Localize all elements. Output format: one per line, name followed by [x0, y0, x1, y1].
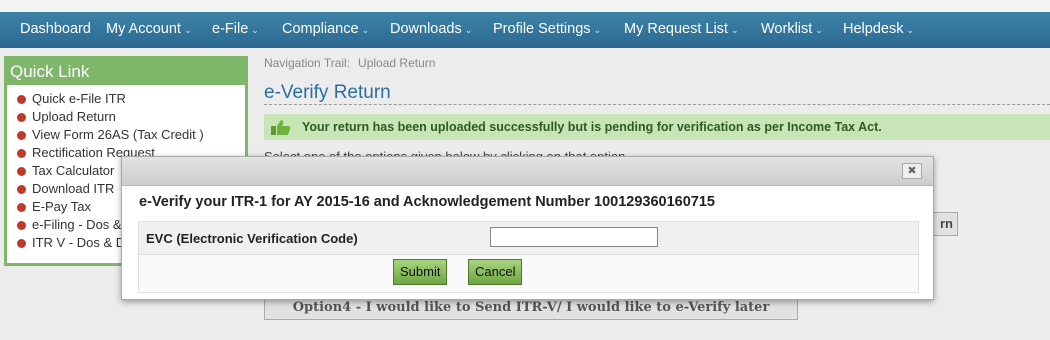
dialog-title: e-Verify your ITR-1 for AY 2015-16 and A… — [139, 194, 715, 210]
nav-my-request-list[interactable]: My Request List ⌄ — [624, 21, 739, 37]
evc-label: EVC (Electronic Verification Code) — [146, 231, 358, 246]
nav-label: Downloads — [390, 21, 462, 37]
close-icon[interactable]: ✖ — [902, 163, 922, 179]
nav-label: Dashboard — [20, 21, 91, 37]
e-verify-dialog: ✖ e-Verify your ITR-1 for AY 2015-16 and… — [121, 156, 934, 300]
breadcrumb-current[interactable]: Upload Return — [358, 56, 435, 70]
quick-link-item[interactable]: Download ITR — [17, 181, 114, 196]
thumbs-up-icon — [271, 120, 291, 135]
nav-downloads[interactable]: Downloads ⌄ — [390, 21, 472, 37]
submit-button[interactable]: Submit — [393, 259, 448, 285]
bullet-icon — [17, 131, 26, 140]
bullet-icon — [17, 203, 26, 212]
evc-form: EVC (Electronic Verification Code) Submi… — [138, 221, 919, 293]
title-divider — [264, 104, 1050, 105]
quick-link-item[interactable]: Tax Calculator — [17, 163, 114, 178]
quick-link-label: View Form 26AS (Tax Credit ) — [32, 127, 204, 142]
top-strip — [0, 0, 1050, 12]
chevron-down-icon: ⌄ — [593, 25, 602, 35]
quick-link-label: Quick e-File ITR — [32, 91, 126, 106]
nav-label: e-File — [212, 21, 249, 37]
bullet-icon — [17, 221, 26, 230]
quick-link-label: Tax Calculator — [32, 163, 115, 178]
nav-my-account[interactable]: My Account ⌄ — [106, 21, 192, 37]
success-message: Your return has been uploaded successful… — [302, 120, 882, 134]
bullet-icon — [17, 95, 26, 104]
nav-label: My Account — [106, 21, 181, 37]
quick-link-item[interactable]: View Form 26AS (Tax Credit ) — [17, 127, 204, 142]
nav-profile-settings[interactable]: Profile Settings ⌄ — [493, 21, 601, 37]
nav-label: Helpdesk — [843, 21, 904, 37]
success-banner: Your return has been uploaded successful… — [264, 114, 1050, 140]
nav-label: My Request List — [624, 21, 728, 37]
quick-link-item[interactable]: E-Pay Tax — [17, 199, 91, 214]
chevron-down-icon: ⌄ — [183, 25, 192, 35]
chevron-down-icon: ⌄ — [251, 25, 259, 35]
cancel-button[interactable]: Cancel — [468, 259, 523, 285]
nav-label: Worklist — [761, 21, 813, 37]
nav-compliance[interactable]: Compliance ⌄ — [282, 21, 369, 37]
bullet-icon — [17, 239, 26, 248]
nav-worklist[interactable]: Worklist ⌄ — [761, 21, 823, 37]
bullet-icon — [17, 185, 26, 194]
quick-link-label: E-Pay Tax — [32, 199, 92, 214]
nav-label: Profile Settings — [493, 21, 591, 37]
evc-row: EVC (Electronic Verification Code) — [139, 222, 918, 255]
quick-link-label: Download ITR — [32, 181, 115, 196]
quick-link-title: Quick Link — [10, 62, 90, 81]
chevron-down-icon: ⌄ — [730, 25, 739, 35]
evc-input[interactable] — [490, 227, 658, 247]
bullet-icon — [17, 113, 26, 122]
dialog-actions: Submit Cancel — [139, 255, 918, 292]
page-title: e-Verify Return — [264, 82, 391, 103]
nav-label: Compliance — [282, 21, 359, 37]
chevron-down-icon: ⌄ — [906, 25, 914, 35]
chevron-down-icon: ⌄ — [361, 25, 370, 35]
main-nav-bar: Dashboard My Account ⌄ e-File ⌄ Compliance… — [0, 12, 1050, 48]
quick-link-label: Upload Return — [32, 109, 116, 124]
breadcrumb: Navigation Trail: Upload Return — [264, 56, 435, 70]
bullet-icon — [17, 149, 26, 158]
breadcrumb-label: Navigation Trail: — [264, 56, 351, 70]
dialog-header: ✖ — [122, 157, 933, 186]
nav-dashboard[interactable]: Dashboard — [20, 21, 91, 37]
nav-helpdesk[interactable]: Helpdesk ⌄ — [843, 21, 914, 37]
quick-link-item[interactable]: Upload Return — [17, 109, 116, 124]
quick-link-item[interactable]: Quick e-File ITR — [17, 91, 126, 106]
chevron-down-icon: ⌄ — [815, 25, 823, 35]
chevron-down-icon: ⌄ — [464, 25, 473, 35]
nav-e-file[interactable]: e-File ⌄ — [212, 21, 259, 37]
bullet-icon — [17, 167, 26, 176]
